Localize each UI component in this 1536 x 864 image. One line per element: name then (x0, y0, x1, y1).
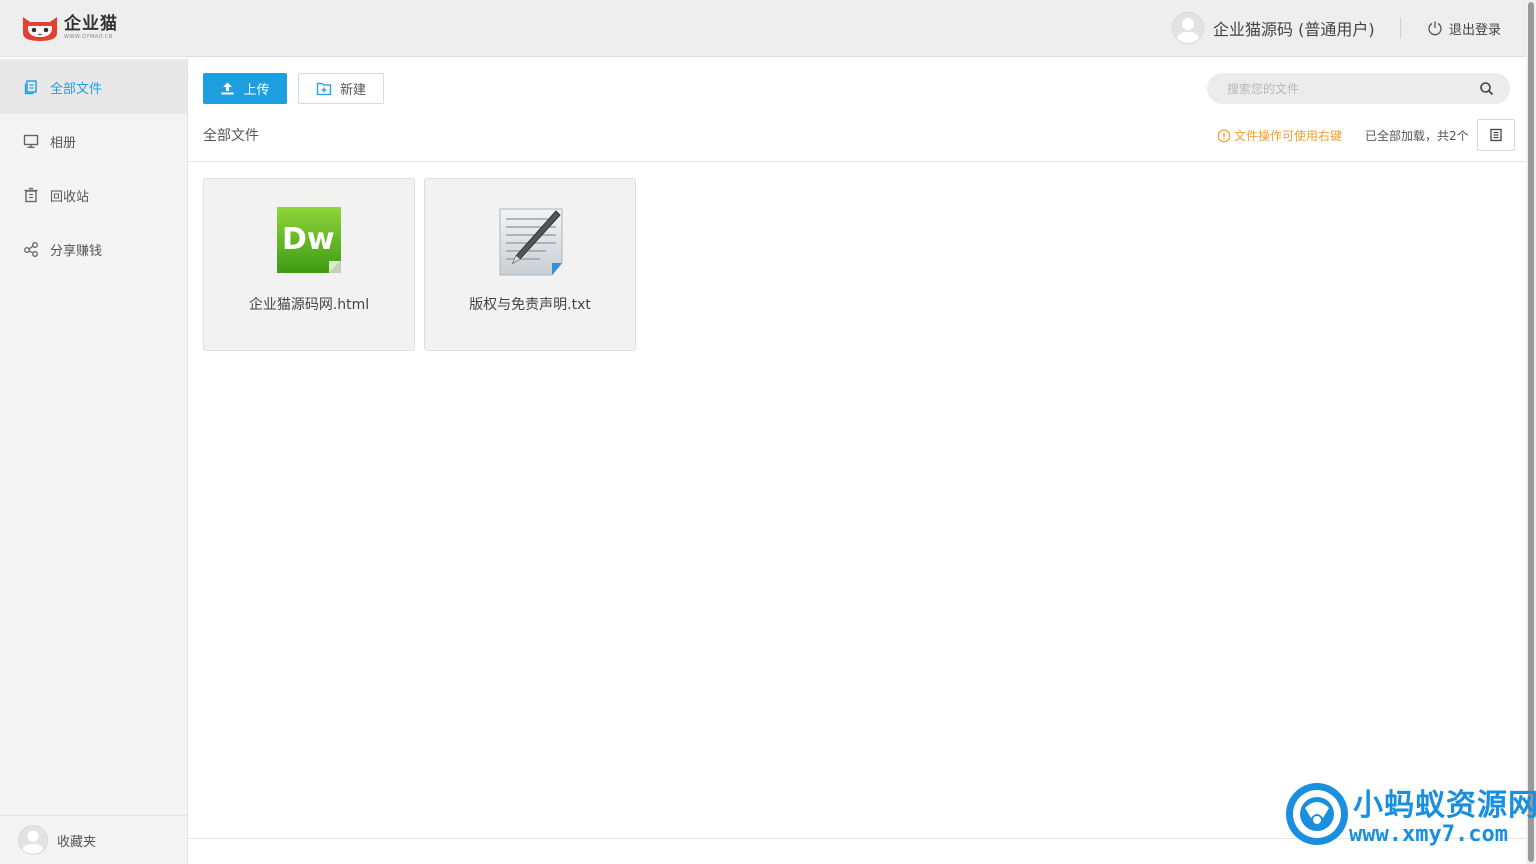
bottom-divider (188, 838, 1526, 839)
file-name: 版权与免责声明.txt (469, 297, 591, 313)
breadcrumb: 全部文件 (203, 128, 259, 144)
sidebar-item-all-files[interactable]: 全部文件 (0, 60, 187, 114)
list-view-icon (1490, 128, 1502, 142)
upload-label: 上传 (243, 83, 270, 98)
search-box (1207, 73, 1510, 104)
monitor-icon (23, 133, 39, 149)
logo-title: 企业猫 (64, 14, 118, 34)
sidebar-item-recycle-bin[interactable]: 回收站 (0, 168, 187, 222)
trash-icon (23, 187, 39, 203)
favorites-link[interactable]: 收藏夹 (0, 815, 187, 864)
svg-text:Dw: Dw (282, 222, 335, 257)
files-icon (23, 79, 39, 95)
logo-subtitle: WWW.QYMAO.CN (64, 34, 114, 40)
search-icon[interactable] (1479, 81, 1494, 96)
main-content: 上传 新建 全部文件 文件操作可使用右键 已全部加载，共2个 (188, 58, 1526, 864)
text-document-icon (499, 208, 563, 276)
file-name: 企业猫源码网.html (248, 297, 370, 313)
hint-text: 文件操作可使用右键 (1234, 129, 1343, 143)
new-folder-icon (316, 82, 332, 96)
share-icon (23, 241, 39, 257)
upload-icon (221, 82, 234, 95)
file-count: 已全部加载，共2个 (1365, 129, 1469, 143)
sidebar-item-label: 全部文件 (50, 81, 103, 97)
header-divider (1400, 18, 1401, 38)
sidebar-item-label: 分享赚钱 (50, 243, 103, 259)
new-label: 新建 (339, 83, 366, 98)
top-header: 企业猫 WWW.QYMAO.CN 企业猫源码 (普通用户) 退出登录 (0, 0, 1526, 57)
scrollbar[interactable] (1526, 0, 1536, 864)
right-click-hint: 文件操作可使用右键 (1217, 127, 1342, 144)
logout-label: 退出登录 (1449, 22, 1502, 38)
new-button[interactable]: 新建 (298, 73, 384, 104)
sidebar: 全部文件 相册 回收站 分享赚钱 收藏夹 (0, 58, 188, 864)
power-icon (1428, 21, 1442, 36)
toolbar-divider (188, 161, 1526, 162)
sidebar-item-label: 回收站 (50, 189, 90, 205)
file-card[interactable]: 版权与免责声明.txt (424, 178, 636, 351)
user-name: 企业猫源码 (普通用户) (1213, 20, 1375, 39)
user-profile[interactable]: 企业猫源码 (普通用户) (1172, 12, 1375, 44)
sidebar-item-album[interactable]: 相册 (0, 114, 187, 168)
file-card[interactable]: Dw 企业猫源码网.html (203, 178, 415, 351)
view-toggle-button[interactable] (1477, 119, 1515, 151)
cat-logo-icon (23, 17, 57, 41)
search-input[interactable] (1227, 73, 1467, 104)
avatar[interactable] (1172, 12, 1204, 44)
info-icon (1217, 129, 1231, 142)
dreamweaver-html-icon: Dw (277, 207, 341, 273)
logo[interactable]: 企业猫 WWW.QYMAO.CN (20, 12, 118, 44)
upload-button[interactable]: 上传 (203, 73, 287, 104)
user-avatar-icon (21, 830, 45, 854)
logout-button[interactable]: 退出登录 (1427, 17, 1501, 39)
avatar (18, 825, 48, 855)
sidebar-item-label: 相册 (50, 135, 77, 151)
favorites-label: 收藏夹 (57, 834, 97, 850)
sidebar-item-share-earn[interactable]: 分享赚钱 (0, 222, 187, 276)
scrollbar-thumb[interactable] (1528, 2, 1534, 862)
user-avatar-icon (1176, 18, 1200, 43)
